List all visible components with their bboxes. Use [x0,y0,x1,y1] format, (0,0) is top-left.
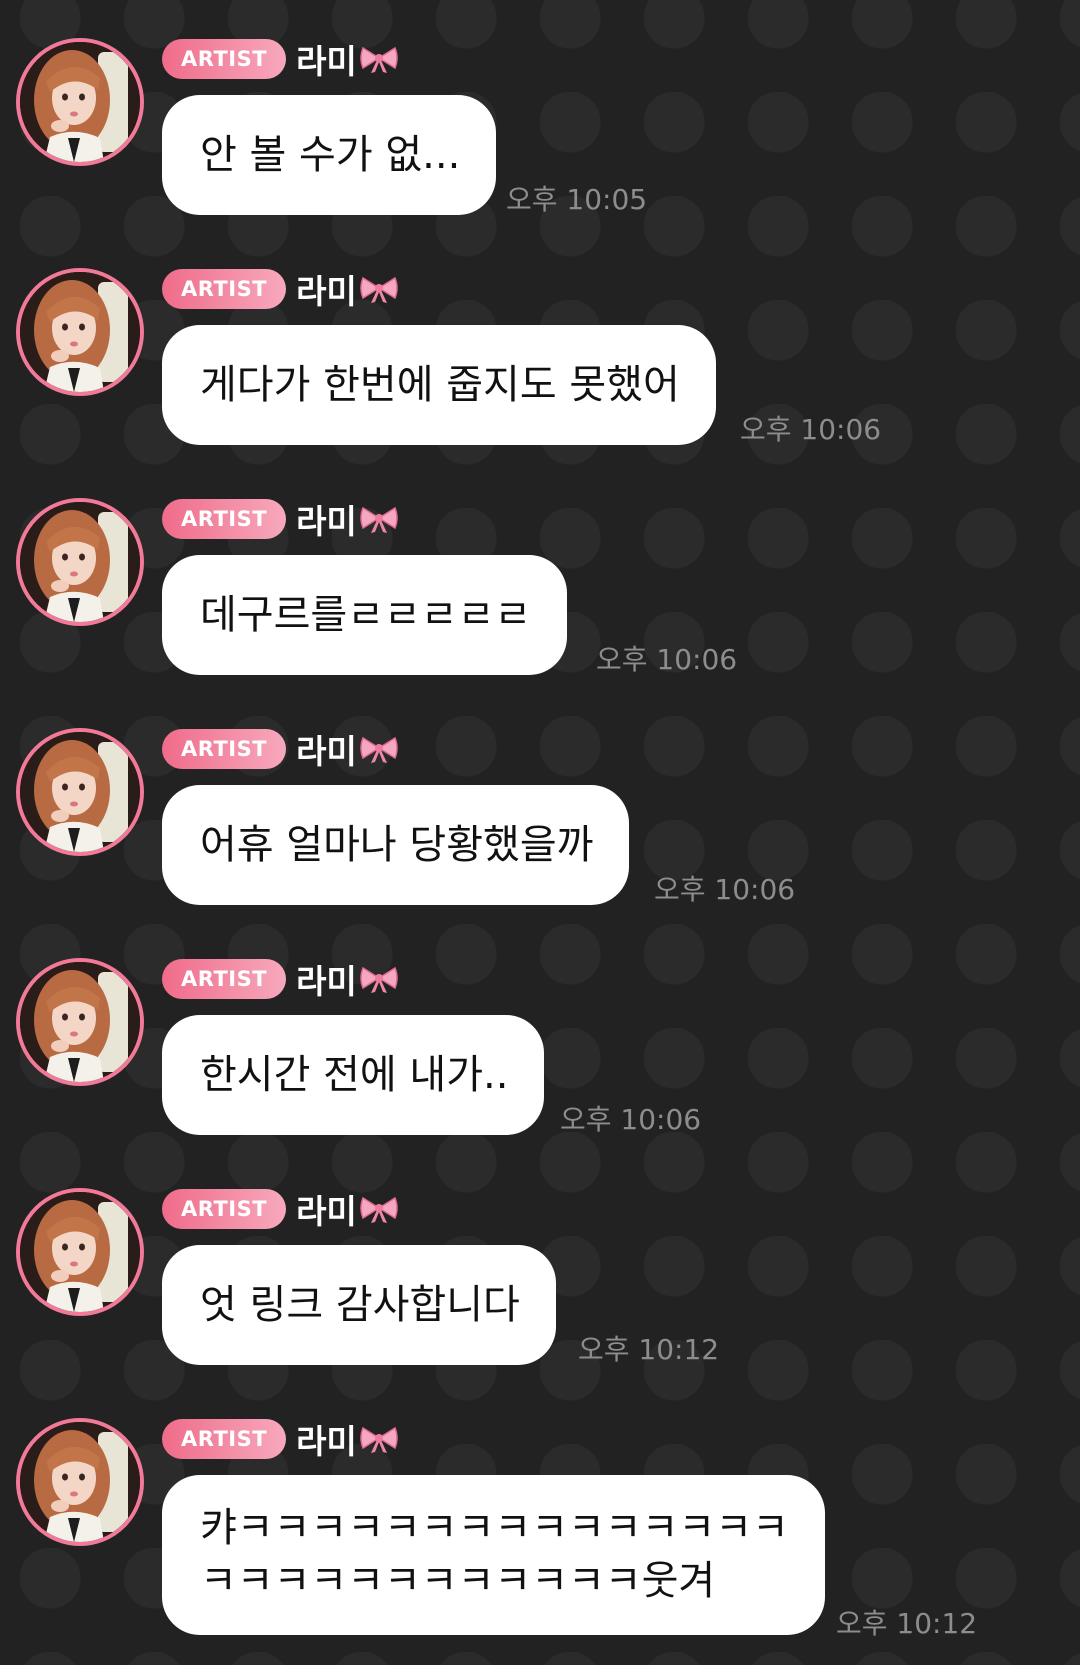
message-bubble[interactable]: 엇 링크 감사합니다 [162,1245,556,1365]
message-timestamp: 오후 10:06 [654,873,796,906]
avatar-photo [20,42,140,162]
ribbon-bow-icon [359,44,399,74]
ribbon-bow-icon [359,274,399,304]
artist-avatar[interactable] [16,958,144,1086]
ribbon-bow-icon [359,504,399,534]
artist-avatar[interactable] [16,1418,144,1546]
avatar-photo [20,962,140,1082]
artist-avatar[interactable] [16,38,144,166]
sender-name-text: 라미 [296,732,357,771]
artist-badge: ARTIST [162,959,287,999]
ribbon-bow-icon [359,1424,399,1454]
sender-name-text: 라미 [296,1192,357,1231]
message-header: ARTIST 라미 [162,955,399,1003]
sender-name-text: 라미 [296,272,357,311]
message-bubble[interactable]: 캬ㅋㅋㅋㅋㅋㅋㅋㅋㅋㅋㅋㅋㅋㅋㅋ ㅋㅋㅋㅋㅋㅋㅋㅋㅋㅋㅋㅋ웃겨 [162,1475,825,1635]
sender-name: 라미 [296,265,399,313]
message-timestamp: 오후 10:06 [560,1103,702,1136]
message-bubble[interactable]: 데구르를ㄹㄹㄹㄹㄹ [162,555,568,675]
sender-name: 라미 [296,495,399,543]
message-header: ARTIST 라미 [162,495,399,543]
avatar-photo [20,502,140,622]
message-header: ARTIST 라미 [162,265,399,313]
sender-name-text: 라미 [296,962,357,1001]
avatar-photo [20,732,140,852]
artist-avatar[interactable] [16,728,144,856]
artist-badge: ARTIST [162,39,287,79]
sender-name: 라미 [296,1415,399,1463]
sender-name-text: 라미 [296,42,357,81]
ribbon-bow-icon [359,734,399,764]
avatar-photo [20,272,140,392]
message-header: ARTIST 라미 [162,1185,399,1233]
artist-badge: ARTIST [162,1419,287,1459]
message-timestamp: 오후 10:12 [836,1607,978,1640]
sender-name: 라미 [296,955,399,1003]
ribbon-bow-icon [359,964,399,994]
message-bubble[interactable]: 한시간 전에 내가.. [162,1015,545,1135]
message-header: ARTIST 라미 [162,35,399,83]
avatar-photo [20,1192,140,1312]
message-timestamp: 오후 10:06 [740,413,882,446]
artist-badge: ARTIST [162,269,287,309]
message-header: ARTIST 라미 [162,725,399,773]
sender-name: 라미 [296,35,399,83]
message-bubble[interactable]: 어휴 얼마나 당황했을까 [162,785,630,905]
sender-name-text: 라미 [296,1422,357,1461]
message-timestamp: 오후 10:06 [596,643,738,676]
message-timestamp: 오후 10:12 [578,1333,720,1366]
artist-avatar[interactable] [16,498,144,626]
artist-badge: ARTIST [162,499,287,539]
ribbon-bow-icon [359,1194,399,1224]
avatar-photo [20,1422,140,1542]
sender-name: 라미 [296,725,399,773]
message-timestamp: 오후 10:05 [506,183,648,216]
artist-badge: ARTIST [162,729,287,769]
message-header: ARTIST 라미 [162,1415,399,1463]
artist-avatar[interactable] [16,1188,144,1316]
sender-name-text: 라미 [296,502,357,541]
message-bubble[interactable]: 안 볼 수가 없... [162,95,497,215]
message-bubble[interactable]: 게다가 한번에 줍지도 못했어 [162,325,716,445]
artist-badge: ARTIST [162,1189,287,1229]
artist-avatar[interactable] [16,268,144,396]
sender-name: 라미 [296,1185,399,1233]
